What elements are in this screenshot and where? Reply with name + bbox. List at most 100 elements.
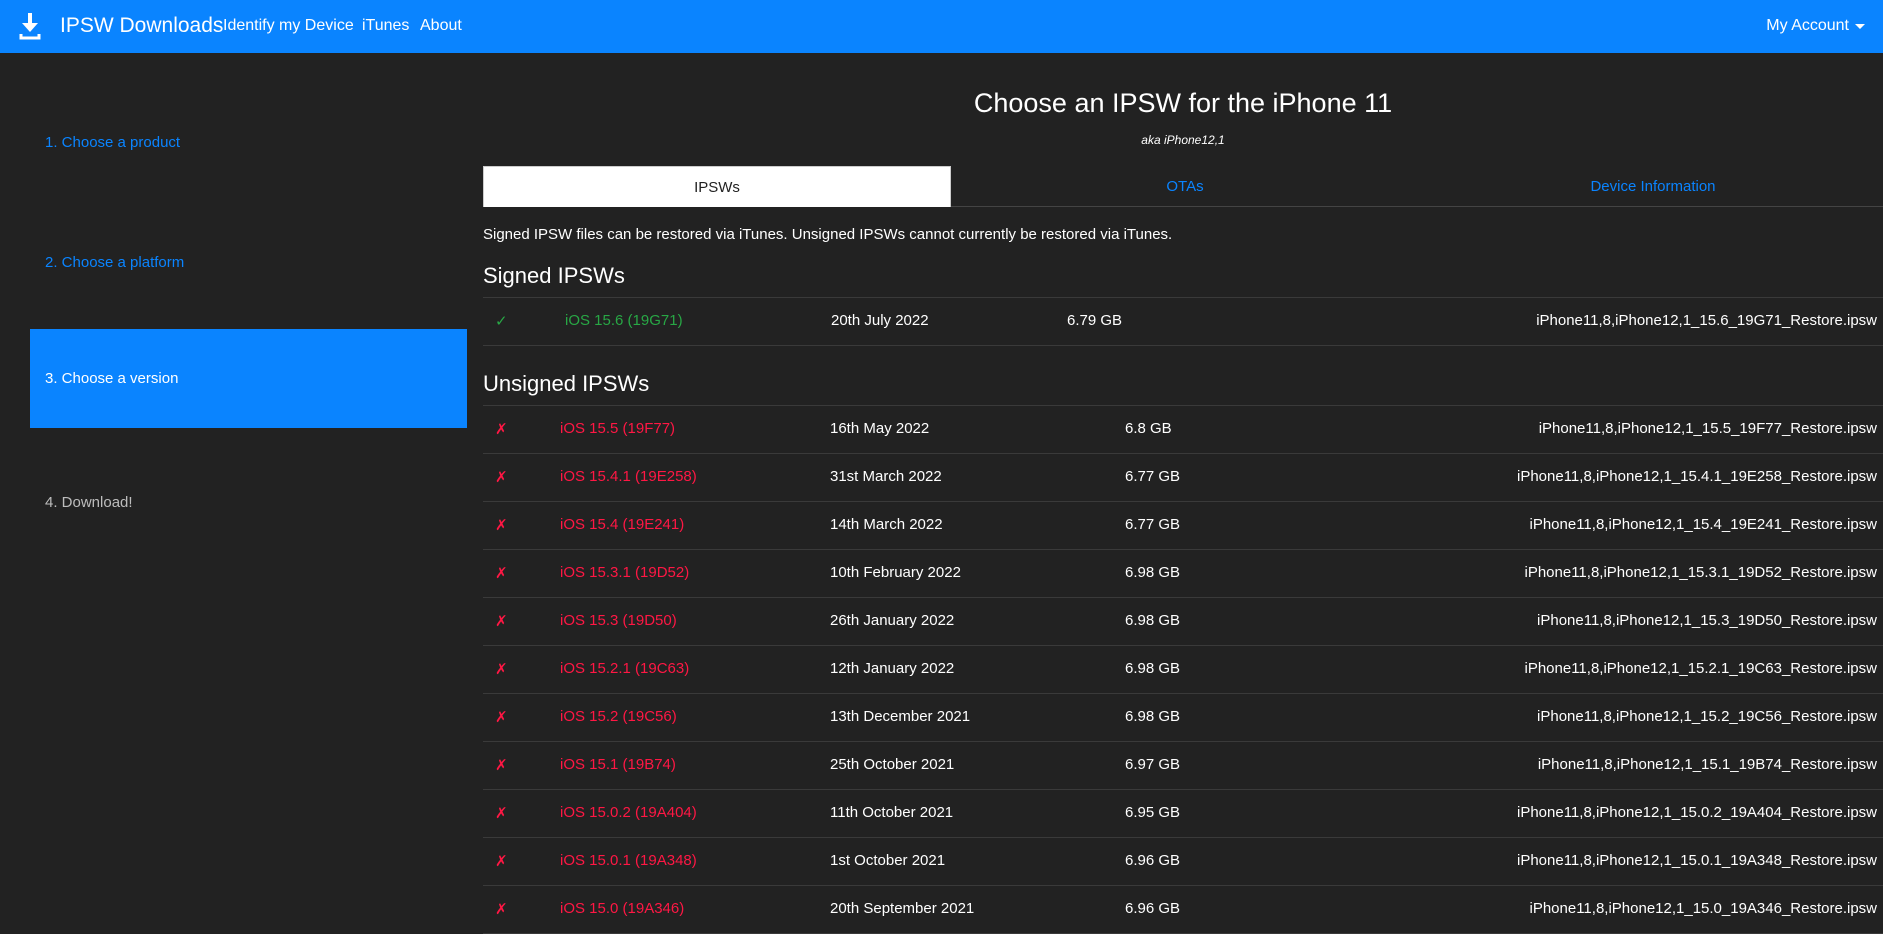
unsigned-x-icon: ✗ — [495, 709, 508, 726]
file-name[interactable]: iPhone11,8,iPhone12,1_15.3.1_19D52_Resto… — [1525, 564, 1878, 581]
version-link[interactable]: iOS 15.0.1 (19A348) — [560, 852, 697, 869]
top-navbar: IPSW Downloads Identify my Device iTunes… — [0, 0, 1883, 53]
page-title: Choose an IPSW for the iPhone 11 — [973, 88, 1393, 118]
unsigned-section-title: Unsigned IPSWs — [483, 371, 650, 396]
table-row[interactable]: ✗ iOS 15.4.1 (19E258) 31st March 2022 6.77 … — [483, 454, 1883, 502]
release-date: 1st October 2021 — [830, 852, 946, 869]
version-link[interactable]: iOS 15.4.1 (19E258) — [560, 468, 697, 485]
table-row[interactable]: ✗ iOS 15.2.1 (19C63) 12th January 2022 6.98… — [483, 646, 1883, 694]
page-subtitle: aka iPhone12,1 — [1141, 133, 1225, 147]
file-size: 6.95 GB — [1125, 804, 1181, 821]
file-size: 6.77 GB — [1125, 468, 1181, 485]
version-link[interactable]: iOS 15.5 (19F77) — [560, 420, 675, 437]
release-date: 25th October 2021 — [830, 756, 955, 773]
table-row[interactable]: ✗ iOS 15.1 (19B74) 25th October 2021 6.97 G… — [483, 742, 1883, 790]
unsigned-x-icon: ✗ — [495, 661, 508, 678]
file-size: 6.79 GB — [1067, 312, 1123, 329]
unsigned-x-icon: ✗ — [495, 565, 508, 582]
version-link[interactable]: iOS 15.0 (19A346) — [560, 900, 684, 917]
caret-down-icon — [1855, 23, 1865, 29]
file-name[interactable]: iPhone11,8,iPhone12,1_15.2.1_19C63_Resto… — [1525, 660, 1878, 677]
tab-otas[interactable]: OTAs — [951, 166, 1419, 206]
restore-notice: Signed IPSW files can be restored via iT… — [483, 226, 1173, 243]
release-date: 11th October 2021 — [830, 804, 954, 821]
unsigned-x-icon: ✗ — [495, 469, 508, 486]
step-label: 1. Choose a product — [45, 134, 181, 151]
unsigned-x-icon: ✗ — [495, 901, 508, 918]
table-row[interactable]: ✗ iOS 15.3 (19D50) 26th January 2022 6.98 G… — [483, 598, 1883, 646]
my-account-label: My Account — [1766, 17, 1849, 34]
version-link[interactable]: iOS 15.2.1 (19C63) — [560, 660, 689, 677]
unsigned-table: ✗ iOS 15.5 (19F77) 16th May 2022 6.8 GB iPho… — [483, 405, 1883, 934]
step-label: 4. Download! — [45, 494, 133, 511]
table-row[interactable]: ✗ iOS 15.0.2 (19A404) 11th October 2021 6.9… — [483, 790, 1883, 838]
unsigned-x-icon: ✗ — [495, 757, 508, 774]
version-link[interactable]: iOS 15.3.1 (19D52) — [560, 564, 689, 581]
tab-bar: IPSWs OTAs Device Information — [483, 166, 1883, 207]
release-date: 20th September 2021 — [830, 900, 975, 917]
unsigned-x-icon: ✗ — [495, 805, 508, 822]
my-account-dropdown[interactable]: My Account — [1766, 17, 1865, 35]
version-link[interactable]: iOS 15.6 (19G71) — [565, 312, 683, 329]
file-name[interactable]: iPhone11,8,iPhone12,1_15.0_19A346_Restor… — [1530, 900, 1878, 917]
file-name[interactable]: iPhone11,8,iPhone12,1_15.0.2_19A404_Rest… — [1517, 804, 1877, 821]
file-name[interactable]: iPhone11,8,iPhone12,1_15.1_19B74_Restore… — [1538, 756, 1877, 773]
file-size: 6.98 GB — [1125, 708, 1181, 725]
unsigned-x-icon: ✗ — [495, 421, 508, 438]
unsigned-x-icon: ✗ — [495, 517, 508, 534]
file-name[interactable]: iPhone11,8,iPhone12,1_15.0.1_19A348_Rest… — [1517, 852, 1877, 869]
file-size: 6.98 GB — [1125, 612, 1181, 629]
step-label: 3. Choose a version — [45, 370, 179, 387]
nav-link-about[interactable]: About — [420, 17, 462, 35]
release-date: 20th July 2022 — [831, 312, 929, 329]
table-row[interactable]: ✗ iOS 15.5 (19F77) 16th May 2022 6.8 GB iPho… — [483, 406, 1883, 454]
file-name[interactable]: iPhone11,8,iPhone12,1_15.3_19D50_Restore… — [1537, 612, 1877, 629]
table-row[interactable]: ✗ iOS 15.0 (19A346) 20th September 2021 6.9… — [483, 886, 1883, 934]
release-date: 16th May 2022 — [830, 420, 930, 437]
step-label: 2. Choose a platform — [45, 254, 185, 271]
file-name[interactable]: iPhone11,8,iPhone12,1_15.2_19C56_Restore… — [1537, 708, 1877, 725]
step-choose-product[interactable]: 1. Choose a product — [30, 93, 467, 192]
table-row[interactable]: ✗ iOS 15.0.1 (19A348) 1st October 2021 6.96… — [483, 838, 1883, 886]
step-choose-platform[interactable]: 2. Choose a platform — [30, 213, 467, 312]
file-size: 6.77 GB — [1125, 516, 1181, 533]
release-date: 10th February 2022 — [830, 564, 961, 581]
file-name[interactable]: iPhone11,8,iPhone12,1_15.4.1_19E258_Rest… — [1517, 468, 1877, 485]
table-row[interactable]: ✗ iOS 15.2 (19C56) 13th December 2021 6.98 … — [483, 694, 1883, 742]
release-date: 12th January 2022 — [830, 660, 955, 677]
step-download: 4. Download! — [30, 453, 467, 552]
file-size: 6.96 GB — [1125, 900, 1181, 917]
version-link[interactable]: iOS 15.0.2 (19A404) — [560, 804, 697, 821]
file-name[interactable]: iPhone11,8,iPhone12,1_15.6_19G71_Restore… — [1536, 312, 1877, 329]
file-size: 6.98 GB — [1125, 660, 1181, 677]
table-row[interactable]: ✗ iOS 15.4 (19E241) 14th March 2022 6.77 GB… — [483, 502, 1883, 550]
version-link[interactable]: iOS 15.1 (19B74) — [560, 756, 676, 773]
file-size: 6.97 GB — [1125, 756, 1181, 773]
file-size: 6.8 GB — [1125, 420, 1172, 437]
signed-section-title: Signed IPSWs — [483, 263, 625, 288]
tab-device-information[interactable]: Device Information — [1419, 166, 1883, 206]
nav-link-identify[interactable]: Identify my Device — [223, 17, 354, 35]
tab-ipsws[interactable]: IPSWs — [483, 166, 951, 207]
table-row[interactable]: ✗ iOS 15.3.1 (19D52) 10th February 2022 6.9… — [483, 550, 1883, 598]
nav-link-itunes[interactable]: iTunes — [362, 17, 409, 35]
signed-check-icon: ✓ — [495, 313, 508, 330]
table-row[interactable]: ✓ iOS 15.6 (19G71) 20th July 2022 6.79 G… — [483, 298, 1883, 346]
version-link[interactable]: iOS 15.4 (19E241) — [560, 516, 684, 533]
version-link[interactable]: iOS 15.3 (19D50) — [560, 612, 677, 629]
unsigned-x-icon: ✗ — [495, 613, 508, 630]
file-name[interactable]: iPhone11,8,iPhone12,1_15.4_19E241_Restor… — [1530, 516, 1878, 533]
download-icon[interactable] — [18, 13, 42, 41]
file-size: 6.98 GB — [1125, 564, 1181, 581]
step-choose-version[interactable]: 3. Choose a version — [30, 329, 467, 428]
brand-title[interactable]: IPSW Downloads — [60, 14, 223, 38]
file-name[interactable]: iPhone11,8,iPhone12,1_15.5_19F77_Restore… — [1539, 420, 1877, 437]
release-date: 31st March 2022 — [830, 468, 942, 485]
release-date: 13th December 2021 — [830, 708, 971, 725]
unsigned-x-icon: ✗ — [495, 853, 508, 870]
release-date: 14th March 2022 — [830, 516, 943, 533]
signed-table: ✓ iOS 15.6 (19G71) 20th July 2022 6.79 G… — [483, 297, 1883, 346]
version-link[interactable]: iOS 15.2 (19C56) — [560, 708, 677, 725]
release-date: 26th January 2022 — [830, 612, 955, 629]
file-size: 6.96 GB — [1125, 852, 1181, 869]
